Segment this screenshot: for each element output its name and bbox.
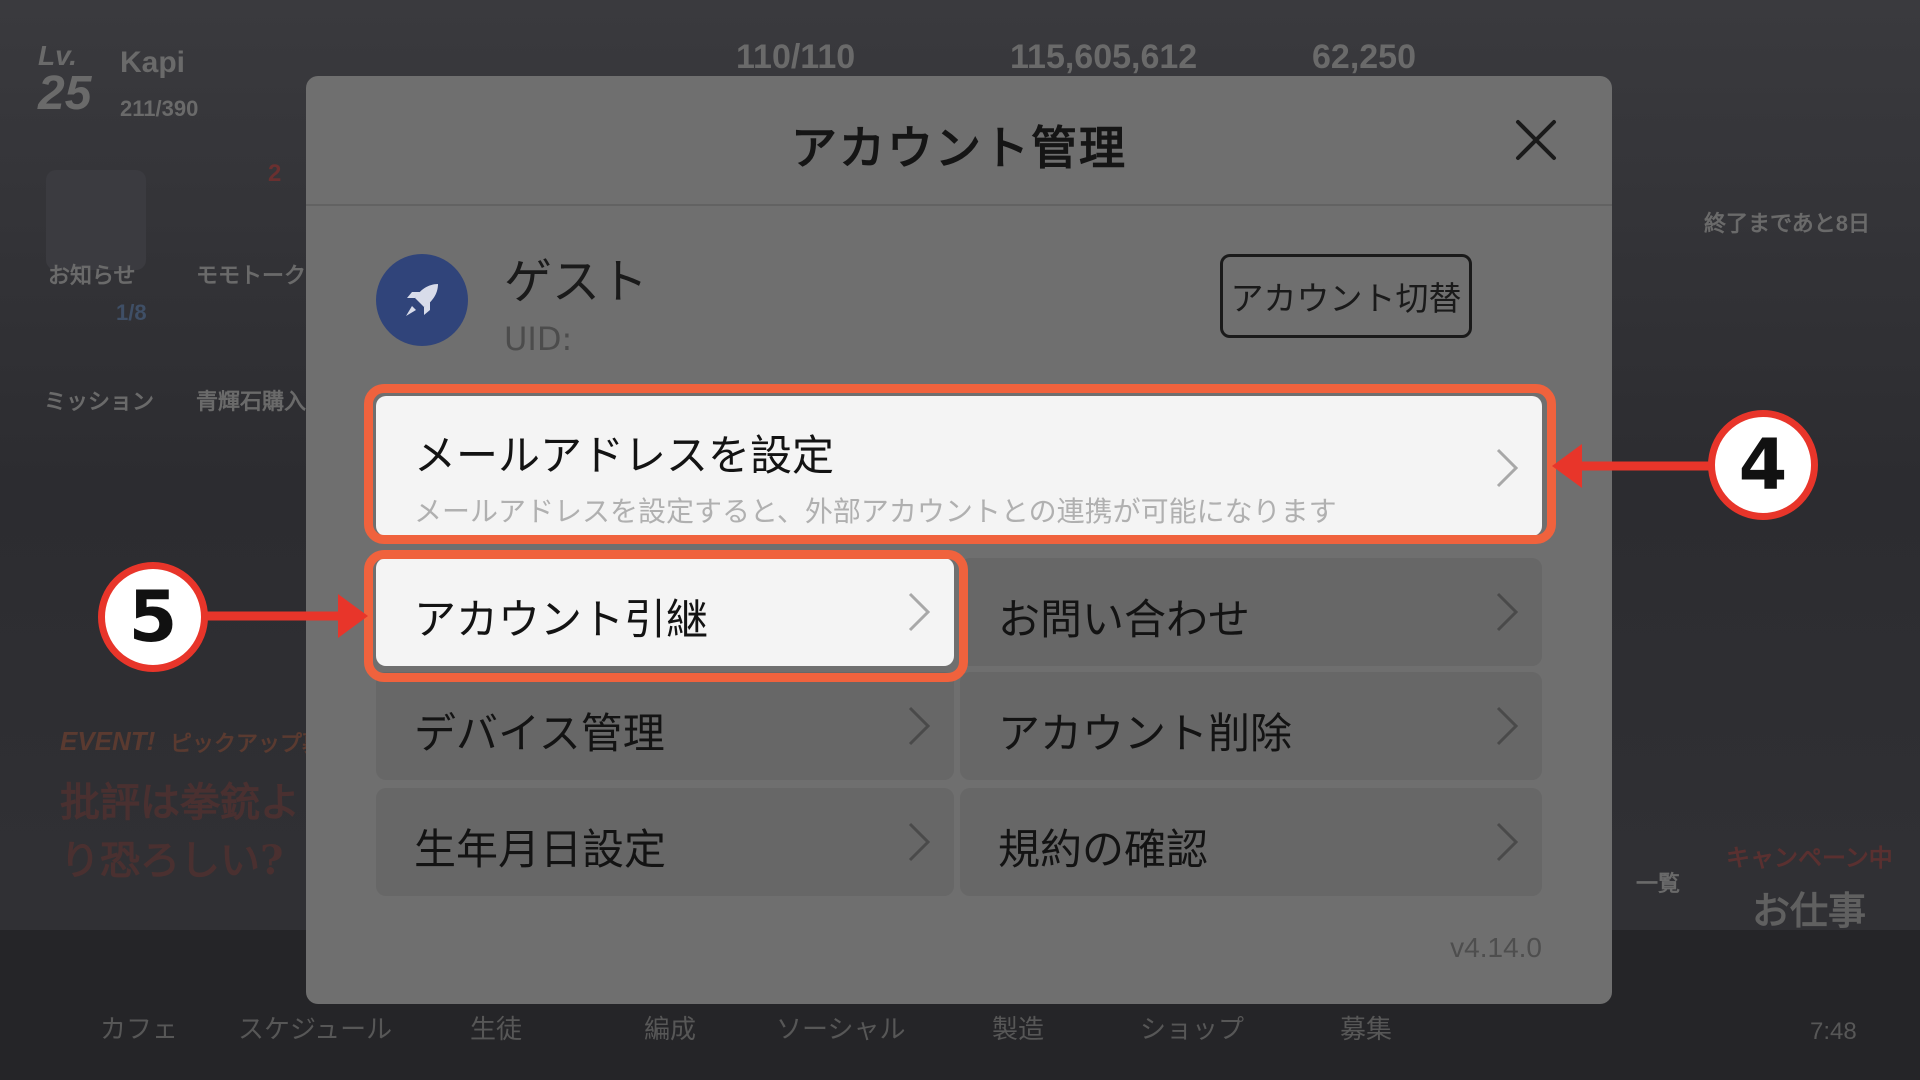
player-xp: 211/390 xyxy=(120,96,199,121)
gem-counter: 62,250 xyxy=(1312,38,1416,76)
birthday-setting-label: 生年月日設定 xyxy=(414,825,667,874)
list-label: 一覧 xyxy=(1636,871,1681,896)
account-management-dialog: アカウント管理 ゲスト UID: アカウント切替 メールアドレスを設定 メールア… xyxy=(306,76,1612,1004)
menu-notice: お知らせ xyxy=(48,263,136,288)
mission-badge: 1/8 xyxy=(116,300,147,325)
nav-cafe: カフェ xyxy=(100,1014,179,1044)
chevron-right-icon xyxy=(906,818,932,866)
chevron-right-icon xyxy=(906,702,932,750)
birthday-setting-button[interactable]: 生年月日設定 xyxy=(376,788,954,896)
set-email-description: メールアドレスを設定すると、外部アカウントとの連携が可能になります xyxy=(414,495,1337,528)
menu-mission: ミッション xyxy=(44,389,155,414)
user-name: ゲスト xyxy=(504,254,649,310)
close-icon xyxy=(1516,120,1556,160)
work-label: お仕事 xyxy=(1752,891,1867,933)
nav-social: ソーシャル xyxy=(776,1014,906,1044)
set-email-label: メールアドレスを設定 xyxy=(414,431,835,480)
dialog-header: アカウント管理 xyxy=(306,76,1612,206)
contact-button[interactable]: お問い合わせ xyxy=(960,558,1542,666)
nav-schedule: スケジュール xyxy=(238,1014,393,1044)
device-management-label: デバイス管理 xyxy=(414,709,665,758)
set-email-button[interactable]: メールアドレスを設定 メールアドレスを設定すると、外部アカウントとの連携が可能に… xyxy=(376,396,1542,536)
nav-recruit: 募集 xyxy=(1340,1014,1393,1044)
rocket-icon xyxy=(406,284,438,316)
arrow-left-icon xyxy=(1552,444,1718,488)
notice-count-badge: 2 xyxy=(268,160,282,187)
switch-account-button[interactable]: アカウント切替 xyxy=(1220,254,1472,338)
nav-students: 生徒 xyxy=(470,1014,523,1044)
event-timer: 終了まであと8日 xyxy=(1704,211,1871,236)
event-tag: EVENT! xyxy=(60,726,156,756)
chevron-right-icon xyxy=(1494,588,1520,636)
chevron-right-icon xyxy=(1494,444,1520,492)
campaign-tag: キャンペーン中 xyxy=(1726,845,1893,872)
step-5-callout: 5 xyxy=(98,562,208,672)
account-transfer-button[interactable]: アカウント引継 xyxy=(376,558,954,666)
menu-momotalk: モモトーク xyxy=(196,263,307,288)
chevron-right-icon xyxy=(1494,702,1520,750)
version-label: v4.14.0 xyxy=(1450,932,1542,963)
nav-craft: 製造 xyxy=(992,1014,1045,1044)
delete-account-button[interactable]: アカウント削除 xyxy=(960,672,1542,780)
clock: 7:48 xyxy=(1810,1018,1857,1045)
uid-label: UID: xyxy=(504,320,573,358)
terms-label: 規約の確認 xyxy=(998,825,1209,874)
terms-button[interactable]: 規約の確認 xyxy=(960,788,1542,896)
chevron-right-icon xyxy=(906,588,932,636)
close-button[interactable] xyxy=(1508,112,1564,168)
menu-pyroxene: 青輝石購入 xyxy=(196,389,307,414)
event-banner-text: 批評は拳銃より恐ろしい? xyxy=(60,779,300,884)
nav-shop: ショップ xyxy=(1140,1014,1245,1044)
delete-account-label: アカウント削除 xyxy=(998,709,1293,758)
notice-icon xyxy=(46,170,146,270)
device-management-button[interactable]: デバイス管理 xyxy=(376,672,954,780)
step-4-callout: 4 xyxy=(1708,410,1818,520)
player-level: Lv. 25 xyxy=(38,40,92,120)
stamina-counter: 110/110 xyxy=(736,38,856,76)
avatar xyxy=(376,254,468,346)
account-transfer-label: アカウント引継 xyxy=(414,595,709,644)
nav-formation: 編成 xyxy=(644,1014,697,1044)
chevron-right-icon xyxy=(1494,818,1520,866)
arrow-right-icon xyxy=(206,594,368,638)
credit-counter: 115,605,612 xyxy=(1010,38,1198,76)
contact-label: お問い合わせ xyxy=(998,595,1251,644)
dialog-title: アカウント管理 xyxy=(791,121,1127,175)
player-name: Kapi xyxy=(120,46,186,79)
